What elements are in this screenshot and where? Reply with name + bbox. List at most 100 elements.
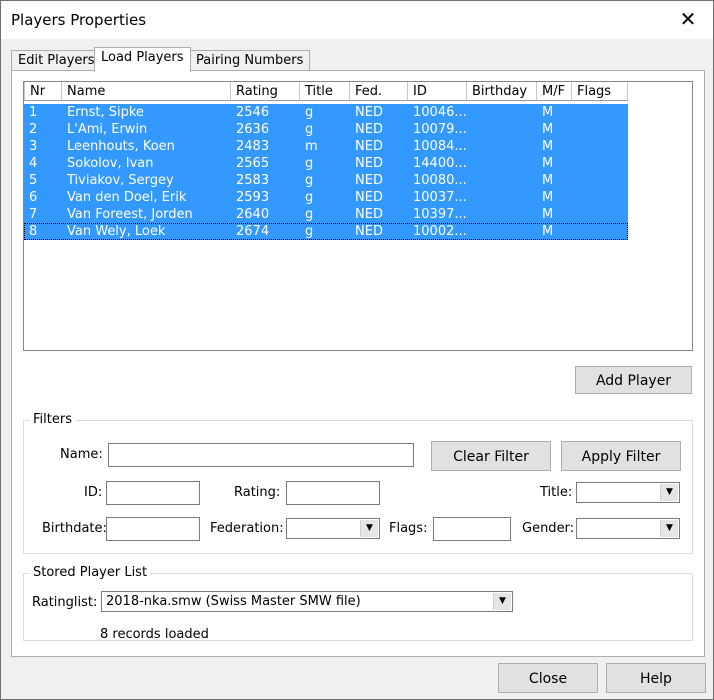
chevron-down-icon[interactable]: ▼ xyxy=(660,484,678,501)
cell-nr: 1 xyxy=(29,105,38,120)
gender-filter-select[interactable]: ▼ xyxy=(576,518,680,539)
cell-title: g xyxy=(305,190,314,205)
window-title: Players Properties xyxy=(11,11,147,29)
rating-filter-label: Rating: xyxy=(234,485,281,500)
cell-fed: NED xyxy=(355,207,383,222)
column-header-flags[interactable]: Flags xyxy=(572,82,628,101)
ratinglist-select[interactable]: 2018-nka.smw (Swiss Master SMW file) ▼ xyxy=(101,591,513,612)
cell-mf: M xyxy=(542,156,554,171)
table-row[interactable]: 1 Ernst, Sipke 2546 g NED 10046... M xyxy=(24,104,628,121)
column-header-birthday[interactable]: Birthday xyxy=(467,82,537,101)
cell-rating: 2483 xyxy=(236,139,270,154)
cell-mf: M xyxy=(542,224,554,239)
players-properties-window: Players Properties ✕ Edit Players Load P… xyxy=(0,0,714,700)
column-header-fed[interactable]: Fed. xyxy=(350,82,408,101)
cell-title: g xyxy=(305,122,314,137)
cell-fed: NED xyxy=(355,190,383,205)
rating-filter-input[interactable] xyxy=(286,481,380,505)
cell-id: 10046... xyxy=(413,105,467,120)
cell-nr: 5 xyxy=(29,173,38,188)
apply-filter-button[interactable]: Apply Filter xyxy=(561,441,681,471)
name-filter-label: Name: xyxy=(60,447,103,462)
title-filter-label: Title: xyxy=(540,485,573,500)
cell-fed: NED xyxy=(355,156,383,171)
records-status: 8 records loaded xyxy=(100,627,209,642)
name-filter-input[interactable] xyxy=(108,443,414,467)
id-filter-input[interactable] xyxy=(106,481,200,505)
column-header-id[interactable]: ID xyxy=(408,82,467,101)
cell-flags xyxy=(572,138,628,155)
cell-flags xyxy=(572,223,628,240)
chevron-down-icon[interactable]: ▼ xyxy=(493,593,511,610)
column-header-nr[interactable]: Nr xyxy=(24,82,62,101)
tab-edit-players[interactable]: Edit Players xyxy=(11,50,102,71)
cell-birthday xyxy=(467,104,537,121)
add-player-button[interactable]: Add Player xyxy=(575,366,692,394)
close-button[interactable]: Close xyxy=(498,663,598,693)
table-row[interactable]: 2 L'Ami, Erwin 2636 g NED 10079... M xyxy=(24,121,628,138)
load-players-panel: Nr Name Rating Title Fed. ID Birthday M/… xyxy=(11,70,705,657)
ratinglist-value: 2018-nka.smw (Swiss Master SMW file) xyxy=(106,594,361,609)
column-header-title[interactable]: Title xyxy=(300,82,350,101)
grid-body: 1 Ernst, Sipke 2546 g NED 10046... M 2 L'Ami, Er… xyxy=(24,104,628,240)
tab-load-players[interactable]: Load Players xyxy=(94,47,191,72)
cell-flags xyxy=(572,104,628,121)
filters-group: Filters Name: Clear Filter Apply Filter … xyxy=(23,412,693,554)
column-header-mf[interactable]: M/F xyxy=(537,82,572,101)
column-header-rating[interactable]: Rating xyxy=(231,82,300,101)
cell-flags xyxy=(572,189,628,206)
close-window-icon[interactable]: ✕ xyxy=(677,7,699,31)
cell-birthday xyxy=(467,138,537,155)
cell-name: Van Foreest, Jorden xyxy=(67,207,193,222)
help-button[interactable]: Help xyxy=(606,663,706,693)
table-row[interactable]: 8 Van Wely, Loek 2674 g NED 10002... M xyxy=(24,223,628,240)
cell-birthday xyxy=(467,172,537,189)
cell-birthday xyxy=(467,206,537,223)
cell-rating: 2593 xyxy=(236,190,270,205)
table-row[interactable]: 3 Leenhouts, Koen 2483 m NED 10084... M xyxy=(24,138,628,155)
cell-name: Leenhouts, Koen xyxy=(67,139,175,154)
cell-birthday xyxy=(467,189,537,206)
column-header-name[interactable]: Name xyxy=(62,82,231,101)
title-filter-select[interactable]: ▼ xyxy=(576,482,680,503)
flags-filter-label: Flags: xyxy=(389,521,428,536)
federation-filter-select[interactable]: ▼ xyxy=(286,518,380,539)
players-grid[interactable]: Nr Name Rating Title Fed. ID Birthday M/… xyxy=(23,81,693,351)
table-row[interactable]: 4 Sokolov, Ivan 2565 g NED 14400... M xyxy=(24,155,628,172)
cell-flags xyxy=(572,206,628,223)
cell-id: 10397... xyxy=(413,207,467,222)
table-row[interactable]: 7 Van Foreest, Jorden 2640 g NED 10397... M xyxy=(24,206,628,223)
chevron-down-icon[interactable]: ▼ xyxy=(360,520,378,537)
cell-birthday xyxy=(467,223,537,240)
cell-name: Ernst, Sipke xyxy=(67,105,144,120)
cell-title: g xyxy=(305,207,314,222)
cell-id: 10002... xyxy=(413,224,467,239)
filters-group-label: Filters xyxy=(30,412,75,427)
cell-flags xyxy=(572,155,628,172)
clear-filter-button[interactable]: Clear Filter xyxy=(431,441,551,471)
cell-rating: 2565 xyxy=(236,156,270,171)
table-row[interactable]: 5 Tiviakov, Sergey 2583 g NED 10080... M xyxy=(24,172,628,189)
table-row[interactable]: 6 Van den Doel, Erik 2593 g NED 10037... M xyxy=(24,189,628,206)
federation-filter-label: Federation: xyxy=(210,521,284,536)
cell-id: 10037... xyxy=(413,190,467,205)
chevron-down-icon[interactable]: ▼ xyxy=(660,520,678,537)
birthdate-filter-input[interactable] xyxy=(106,517,200,541)
cell-rating: 2583 xyxy=(236,173,270,188)
cell-rating: 2636 xyxy=(236,122,270,137)
cell-birthday xyxy=(467,121,537,138)
cell-nr: 2 xyxy=(29,122,38,137)
tab-pairing-numbers[interactable]: Pairing Numbers xyxy=(189,50,311,71)
cell-name: Sokolov, Ivan xyxy=(67,156,154,171)
cell-title: g xyxy=(305,173,314,188)
birthdate-filter-label: Birthdate: xyxy=(42,521,107,536)
id-filter-label: ID: xyxy=(84,485,103,500)
cell-fed: NED xyxy=(355,224,383,239)
cell-name: Tiviakov, Sergey xyxy=(67,173,174,188)
cell-fed: NED xyxy=(355,139,383,154)
cell-title: m xyxy=(305,139,318,154)
cell-title: g xyxy=(305,156,314,171)
cell-mf: M xyxy=(542,173,554,188)
cell-birthday xyxy=(467,155,537,172)
flags-filter-input[interactable] xyxy=(433,517,511,541)
